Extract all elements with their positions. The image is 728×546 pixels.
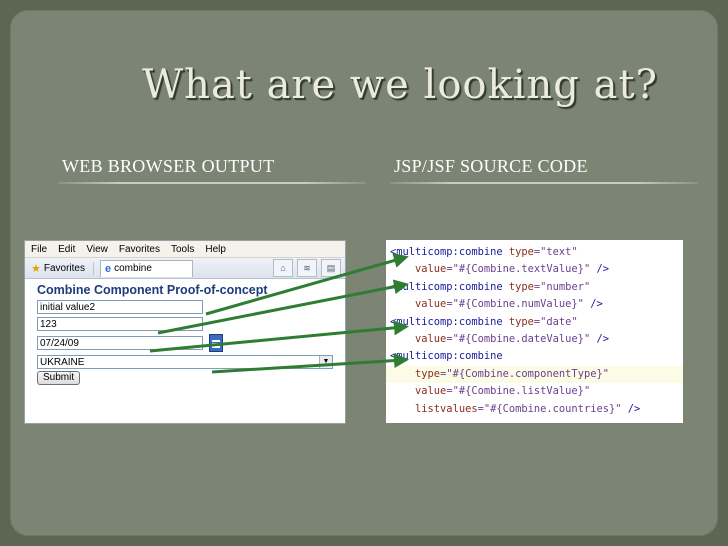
heading-source-code: JSP/JSF SOURCE CODE bbox=[394, 156, 588, 176]
code-line: value="#{Combine.textValue}" /> bbox=[415, 263, 609, 276]
divider-right bbox=[390, 182, 698, 184]
calendar-icon[interactable] bbox=[209, 334, 223, 352]
code-line: value="#{Combine.dateValue}" /> bbox=[415, 332, 609, 345]
favorites-button[interactable]: ★ Favorites bbox=[31, 261, 94, 275]
ie-icon: e bbox=[105, 262, 112, 275]
menu-bar: File Edit View Favorites Tools Help bbox=[25, 241, 345, 258]
country-select-value: UKRAINE bbox=[40, 357, 85, 368]
menu-view[interactable]: View bbox=[86, 244, 108, 255]
code-line: listvalues="#{Combine.countries}" /> bbox=[415, 402, 641, 415]
dropdown-arrow-icon[interactable]: ▼ bbox=[319, 356, 332, 368]
star-icon: ★ bbox=[31, 262, 41, 275]
code-line: <multicomp:combine type="number" bbox=[390, 280, 591, 293]
menu-favorites[interactable]: Favorites bbox=[119, 244, 160, 255]
home-icon[interactable]: ⌂ bbox=[273, 259, 293, 277]
menu-help[interactable]: Help bbox=[205, 244, 226, 255]
print-icon[interactable]: ▤ bbox=[321, 259, 341, 277]
code-line: value="#{Combine.listValue}" bbox=[415, 385, 591, 398]
text-field[interactable]: initial value2 bbox=[37, 300, 203, 314]
menu-edit[interactable]: Edit bbox=[58, 244, 75, 255]
divider-left bbox=[58, 182, 366, 184]
feed-icon[interactable]: ≋ bbox=[297, 259, 317, 277]
menu-file[interactable]: File bbox=[31, 244, 47, 255]
tab-label: combine bbox=[114, 263, 152, 274]
browser-tab[interactable]: e combine bbox=[100, 259, 193, 277]
submit-button[interactable]: Submit bbox=[37, 371, 81, 385]
date-field[interactable]: 07/24/09 bbox=[37, 336, 203, 350]
slide-title: What are we looking at? bbox=[142, 62, 658, 108]
code-line: type="#{Combine.componentType}" bbox=[386, 365, 683, 384]
favorites-label: Favorites bbox=[43, 262, 85, 274]
page-content: Combine Component Proof-of-concept initi… bbox=[25, 279, 345, 385]
browser-screenshot: File Edit View Favorites Tools Help ★ Fa… bbox=[24, 240, 346, 424]
code-line: <multicomp:combine bbox=[390, 350, 503, 363]
heading-browser-output: WEB BROWSER OUTPUT bbox=[62, 156, 275, 176]
code-line: value="#{Combine.numValue}" /> bbox=[415, 298, 603, 311]
browser-toolbar: ★ Favorites e combine ⌂ ≋ ▤ bbox=[25, 258, 345, 279]
menu-tools[interactable]: Tools bbox=[171, 244, 194, 255]
code-line: <multicomp:combine type="text" bbox=[390, 246, 578, 258]
code-line: <multicomp:combine type="date" bbox=[390, 315, 578, 328]
country-select[interactable]: UKRAINE ▼ bbox=[37, 355, 333, 369]
page-title: Combine Component Proof-of-concept bbox=[37, 283, 268, 297]
source-code-screenshot: <multicomp:combine type="text" value="#{… bbox=[386, 240, 683, 423]
number-field[interactable]: 123 bbox=[37, 317, 203, 331]
